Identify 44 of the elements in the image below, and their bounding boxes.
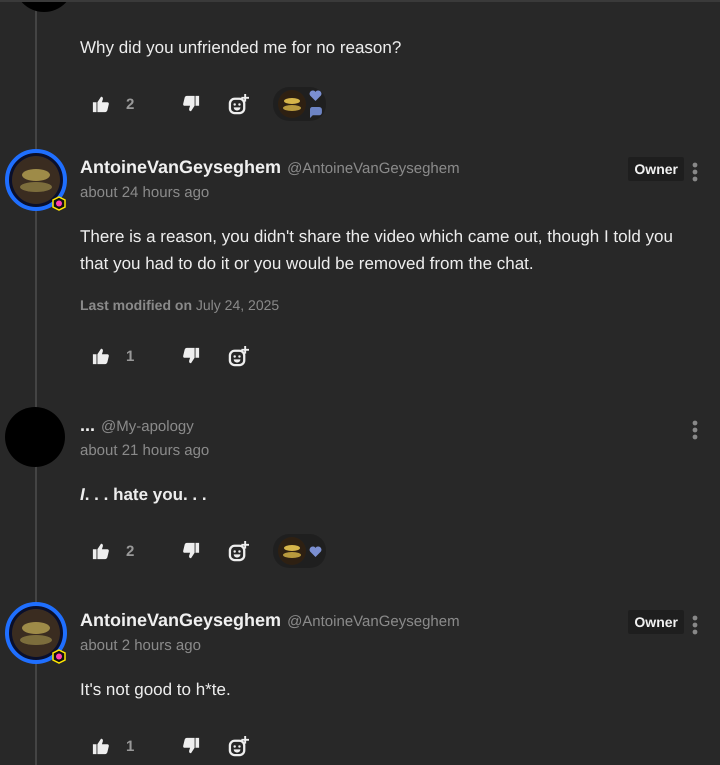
author-handle: @AntoineVanGeyseghem: [287, 613, 460, 630]
add-reaction-icon[interactable]: [228, 94, 250, 114]
more-menu-icon[interactable]: [692, 162, 698, 182]
thumbs-down-icon[interactable]: [182, 95, 200, 113]
add-reaction-icon[interactable]: [228, 540, 250, 562]
avatar: [5, 602, 69, 666]
thumbs-up-icon[interactable]: [92, 95, 110, 113]
reaction-bubble[interactable]: [273, 87, 326, 121]
thumbs-up-icon[interactable]: [92, 347, 110, 365]
add-reaction-icon[interactable]: [228, 346, 250, 366]
author-handle: @My-apology: [101, 418, 194, 435]
more-menu-icon[interactable]: [692, 615, 698, 635]
owner-badge: Owner: [628, 157, 684, 181]
reactor-avatar: [277, 536, 308, 566]
like-count: 2: [126, 542, 134, 560]
avatar: [5, 149, 69, 213]
thumbs-down-icon[interactable]: [182, 347, 200, 365]
author-name[interactable]: AntoineVanGeyseghem: [80, 157, 282, 178]
timestamp: about 24 hours ago: [80, 184, 210, 201]
like-count: 1: [126, 348, 134, 364]
speech-bubble-icon: [309, 107, 322, 118]
comment-text: I. . . hate you. . .: [80, 484, 208, 506]
more-menu-icon[interactable]: [692, 420, 698, 440]
comment-text: There is a reason, you didn't share the video which came out, though I told you that you had to do it or you would be removed from the chat.: [80, 226, 674, 275]
comment-text: It's not good to h*te.: [80, 679, 232, 701]
last-modified-note: Last modified on July 24, 2025: [80, 297, 280, 313]
thumbs-down-icon[interactable]: [182, 737, 200, 755]
reaction-bubble[interactable]: [273, 534, 326, 568]
author-name[interactable]: AntoineVanGeyseghem: [80, 610, 282, 631]
like-count: 1: [126, 738, 134, 754]
author-name[interactable]: ...: [80, 415, 96, 436]
thumbs-up-icon[interactable]: [92, 737, 110, 755]
thumbs-up-icon[interactable]: [92, 542, 110, 560]
reactor-avatar: [277, 89, 308, 119]
owner-badge: Owner: [628, 610, 684, 634]
add-reaction-icon[interactable]: [228, 736, 250, 756]
author-handle: @AntoineVanGeyseghem: [287, 160, 460, 177]
comment-text: Why did you unfriended me for no reason?: [80, 37, 402, 59]
heart-icon: [309, 546, 322, 556]
timestamp: about 2 hours ago: [80, 637, 202, 654]
heart-icon: [309, 90, 322, 101]
timestamp: about 21 hours ago: [80, 442, 210, 459]
thumbs-down-icon[interactable]: [182, 542, 200, 560]
like-count: 2: [126, 96, 134, 112]
